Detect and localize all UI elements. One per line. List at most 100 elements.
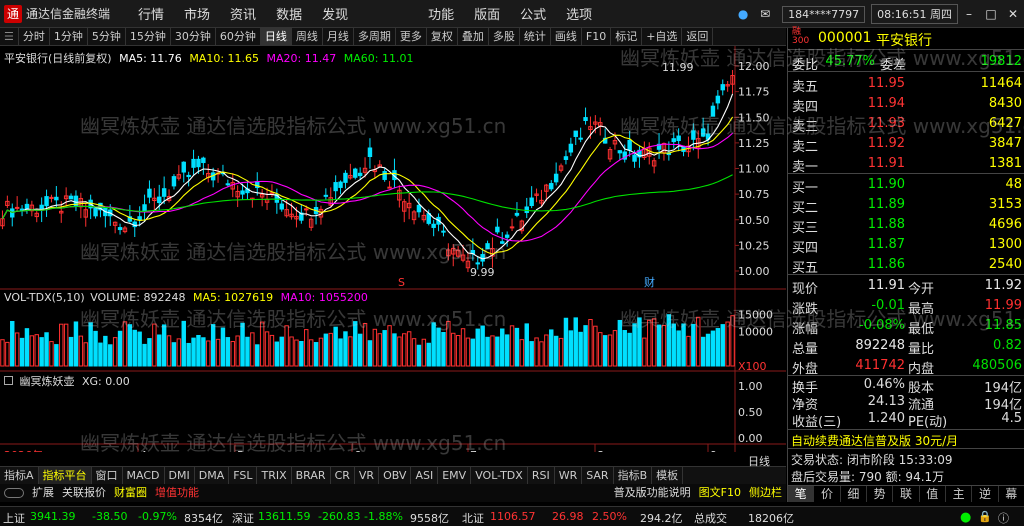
tb-stats[interactable]: 统计 [520,27,551,46]
ask-row[interactable]: 卖二 11.92 3847 [788,134,1024,155]
quote-tab[interactable]: 幕 [999,486,1024,502]
quote-tab[interactable]: 笔 [788,486,815,502]
indicator-tab[interactable]: 窗口 [92,467,123,485]
promo-link[interactable]: 普及版功能说明 [610,484,695,502]
tb-daily[interactable]: 日线 [260,27,292,46]
connection-icon[interactable]: ● [960,510,971,525]
menu-gongneng[interactable]: 功能 [428,4,454,23]
maximize-icon[interactable]: □ [980,7,1002,21]
bid-row[interactable]: 买二 11.89 3153 [788,195,1024,216]
indicator-tab[interactable]: 指标平台 [38,467,92,485]
expand-link[interactable]: 扩展 [28,484,58,502]
tb-multi-stock[interactable]: 多股 [489,27,520,46]
promo-text[interactable]: 自动续费通达信普及版 30元/月 [791,432,958,449]
close-icon[interactable]: ✕ [1002,7,1024,21]
tb-60min[interactable]: 60分钟 [216,27,261,46]
indicator-tab[interactable]: SAR [582,467,614,485]
ask-row[interactable]: 卖一 11.91 1381 [788,154,1024,175]
tb-back[interactable]: 返回 [682,27,714,46]
quote-tab[interactable]: 价 [814,486,841,502]
indicator-tab[interactable]: CR [331,467,355,485]
tb-30min[interactable]: 30分钟 [171,27,216,46]
ask-row[interactable]: 卖四 11.94 8430 [788,94,1024,115]
indicator-tab[interactable]: FSL [229,467,258,485]
indicator-axis-label: 1.00 [738,380,763,393]
user-icon[interactable]: ● [732,7,754,21]
after-hours: 盘后交易量: 790 额: 94.1万 [791,470,945,484]
volume-bar [362,322,368,367]
tb-fenshi[interactable]: 分时 [19,27,50,46]
menu-shuju[interactable]: 数据 [276,4,302,23]
bid-row[interactable]: 买四 11.87 1300 [788,235,1024,256]
account-id[interactable]: 184****7797 [782,5,866,23]
bid-row[interactable]: 买三 11.88 4696 [788,215,1024,236]
menu-hangqing[interactable]: 行情 [138,4,164,23]
wealth-circle[interactable]: 财富圈 [110,484,151,502]
indicator-tab[interactable]: MACD [123,467,165,485]
tb-5min[interactable]: 5分钟 [88,27,126,46]
indicator-tab[interactable]: BRAR [292,467,331,485]
chart-area[interactable]: 12.00 11.75 11.50 11.25 11.00 10.75 10.50 10.25… [0,46,786,462]
promo-bar[interactable]: 自动续费通达信普及版 30元/月 [788,429,1024,449]
ask-row[interactable]: 卖五 11.95 11464 [788,74,1024,95]
indicator-tab[interactable]: DMA [195,467,230,485]
bid-row[interactable]: 买一 11.90 48 [788,175,1024,196]
menu-gongshi[interactable]: 公式 [520,4,546,23]
value-add[interactable]: 增值功能 [151,484,203,502]
indicator-tab[interactable]: VR [355,467,380,485]
quote-tab[interactable]: 联 [893,486,920,502]
tb-fuquan[interactable]: 复权 [427,27,458,46]
menu-banmian[interactable]: 版面 [474,4,500,23]
link-quote[interactable]: 关联报价 [58,484,110,502]
lock-icon[interactable]: 🔒 [978,510,992,523]
bid-row[interactable]: 买五 11.86 2540 [788,255,1024,276]
volume-bar [436,327,441,367]
volume-bar [68,336,74,367]
indicator-tab[interactable]: 模板 [652,467,684,485]
indicator-tab[interactable]: RSI [528,467,555,485]
tb-f10[interactable]: F10 [582,27,612,46]
tb-add-fav[interactable]: +自选 [642,27,683,46]
sidebar-link[interactable]: 侧边栏 [745,484,786,502]
indicator-tab[interactable]: WR [555,467,583,485]
menu-zixun[interactable]: 资讯 [230,4,256,23]
tb-15min[interactable]: 15分钟 [126,27,171,46]
indicator-tab[interactable]: TRIX [257,467,292,485]
tb-weekly[interactable]: 周线 [292,27,323,46]
indicator-tab[interactable]: ASI [411,467,439,485]
quote-tab[interactable]: 逆 [972,486,999,502]
sz-label[interactable]: 深证 [232,510,254,526]
ask-row[interactable]: 卖三 11.93 6427 [788,114,1024,135]
minimize-icon[interactable]: – [958,7,980,21]
indicator-tab[interactable]: OBV [379,467,412,485]
menu-shichang[interactable]: 市场 [184,4,210,23]
indicator-tab[interactable]: EMV [438,467,472,485]
quote-tab[interactable]: 势 [867,486,894,502]
tb-1min[interactable]: 1分钟 [50,27,88,46]
settings-toggle-icon[interactable] [4,488,24,498]
tb-monthly[interactable]: 月线 [323,27,354,46]
quote-tab[interactable]: 主 [946,486,973,502]
indicator-tab[interactable]: VOL-TDX [471,467,528,485]
quote-tab[interactable]: 细 [841,486,867,502]
volume-bar [132,329,137,367]
indicator-tab[interactable]: DMI [165,467,195,485]
menu-xuanxiang[interactable]: 选项 [566,4,592,23]
mail-icon[interactable]: ✉ [754,7,776,21]
tb-multi-period[interactable]: 多周期 [354,27,396,46]
menu-toggle-icon[interactable]: ☰ [0,27,19,46]
f10-link[interactable]: 图文F10 [695,484,745,502]
kline-chart[interactable]: 12.00 11.75 11.50 11.25 11.00 10.75 10.50 10.25… [0,46,786,462]
menu-faxian[interactable]: 发现 [322,4,348,23]
indicator-checkbox[interactable] [4,376,13,385]
sh-label[interactable]: 上证 [3,510,25,526]
indicator-tab[interactable]: 指标A [0,467,39,485]
indicator-tab[interactable]: 指标B [614,467,653,485]
tb-overlay[interactable]: 叠加 [458,27,489,46]
tb-draw[interactable]: 画线 [551,27,582,46]
quote-tab[interactable]: 值 [920,486,946,502]
tb-mark[interactable]: 标记 [611,27,643,46]
tb-more[interactable]: 更多 [396,27,427,46]
bz-label[interactable]: 北证 [462,510,484,526]
info-icon[interactable]: ⓘ [998,510,1009,526]
